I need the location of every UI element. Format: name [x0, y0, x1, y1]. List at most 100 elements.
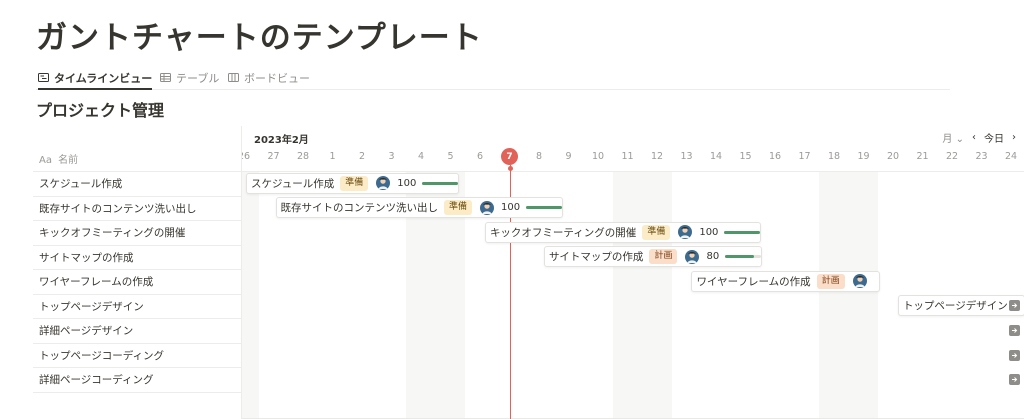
- name-header-label: 名前: [58, 155, 79, 166]
- tab-timeline[interactable]: タイムラインビュー: [38, 66, 153, 90]
- list-item[interactable]: トップページデザイン: [33, 295, 241, 319]
- timeline-bar[interactable]: スケジュール作成 準備 100: [246, 172, 460, 194]
- row-name: スケジュール作成: [39, 178, 123, 191]
- table-icon: [160, 73, 171, 82]
- list-item[interactable]: トップページコーディング: [33, 344, 241, 368]
- progress-value: 100: [699, 226, 719, 238]
- row-name: 詳細ページコーディング: [39, 374, 154, 387]
- progress-bar: [725, 255, 762, 258]
- day-label: 12: [650, 151, 664, 162]
- day-label: 13: [680, 151, 693, 162]
- timeline-bar[interactable]: 既存サイトのコンテンツ洗い出し 準備 100: [275, 197, 564, 218]
- day-label: 16: [768, 151, 782, 162]
- day-label: 2: [358, 151, 366, 162]
- view-tabs: タイムラインビュー テーブル ボードビュー: [36, 66, 950, 90]
- name-column-header[interactable]: Aa 名前: [39, 151, 78, 166]
- timeline-bar[interactable]: サイトマップの作成 計画 80: [543, 246, 763, 267]
- day-label: 19: [857, 151, 870, 162]
- arrow-right-icon[interactable]: [1008, 300, 1020, 311]
- view-scale-label: 月: [942, 134, 953, 145]
- timeline-bar[interactable]: トップページデザイン: [897, 295, 1024, 316]
- day-label: 15: [739, 151, 752, 162]
- day-label: 8: [535, 151, 543, 162]
- day-label: 4: [417, 151, 425, 162]
- progress-value: 80: [706, 251, 720, 262]
- arrow-right-icon[interactable]: [1009, 349, 1020, 361]
- list-item[interactable]: サイトマップの作成: [33, 246, 241, 270]
- row-name: サイトマップの作成: [39, 251, 134, 264]
- progress-bar: [422, 181, 459, 185]
- weekend-column: [848, 171, 879, 419]
- day-label: 3: [388, 151, 395, 162]
- page-title: ガントチャートのテンプレート: [36, 20, 483, 56]
- avatar: [852, 274, 867, 288]
- tab-table-label: テーブル: [176, 71, 220, 85]
- weekend-column: [642, 171, 672, 419]
- timeline-controls: 月 ⌄ ‹ 今日 ›: [934, 130, 1016, 145]
- chevron-down-icon: ⌄: [955, 134, 964, 145]
- progress-fill: [724, 230, 761, 234]
- tab-board-label: ボードビュー: [244, 71, 310, 85]
- progress-fill: [725, 255, 754, 258]
- day-label: 6: [476, 151, 484, 162]
- list-item[interactable]: スケジュール作成: [33, 172, 241, 197]
- row-name: ワイヤーフレームの作成: [39, 276, 154, 289]
- list-item[interactable]: キックオフミーティングの開催: [33, 221, 241, 246]
- day-label: 20: [886, 151, 900, 162]
- row-name: トップページコーディング: [39, 349, 165, 362]
- day-label: 11: [621, 151, 634, 162]
- row-name: トップページデザイン: [39, 300, 144, 313]
- day-label: 9: [565, 151, 572, 162]
- progress-fill: [422, 181, 459, 185]
- bar-title: トップページデザイン: [902, 300, 1008, 312]
- bar-title: スケジュール作成: [251, 177, 335, 190]
- status-badge: 準備: [444, 200, 473, 215]
- progress-bar: [724, 230, 761, 234]
- chevron-right-icon[interactable]: ›: [1012, 132, 1016, 143]
- text-property-icon: Aa: [39, 155, 52, 166]
- arrow-right-icon[interactable]: [1009, 374, 1020, 385]
- timeline-bar[interactable]: キックオフミーティングの開催 準備 100: [484, 221, 762, 243]
- header-divider: [242, 171, 1024, 172]
- list-item[interactable]: 詳細ページデザイン: [33, 319, 241, 344]
- status-badge: 準備: [340, 175, 369, 191]
- avatar: [678, 225, 693, 239]
- day-label: 17: [798, 151, 811, 162]
- progress-bar: [526, 206, 563, 209]
- day-label: 1: [329, 151, 336, 162]
- chevron-left-icon[interactable]: ‹: [972, 132, 976, 143]
- month-label: 2023年2月: [254, 135, 309, 146]
- tab-timeline-label: タイムラインビュー: [54, 71, 153, 85]
- weekend-column: [819, 171, 849, 419]
- progress-fill: [526, 206, 563, 209]
- day-label: 24: [1004, 151, 1018, 162]
- row-name: 詳細ページデザイン: [39, 325, 134, 338]
- day-label: 10: [591, 151, 605, 162]
- list-item[interactable]: 詳細ページコーディング: [33, 368, 241, 393]
- today-button[interactable]: 今日: [984, 130, 1004, 145]
- board-icon: [228, 73, 239, 82]
- row-list: スケジュール作成 既存サイトのコンテンツ洗い出し キックオフミーティングの開催 …: [33, 171, 241, 393]
- timeline-area[interactable]: 2023年2月 月 ⌄ ‹ 今日 › 262728123456789101112…: [241, 126, 1024, 419]
- day-label: 23: [975, 151, 988, 162]
- row-name: キックオフミーティングの開催: [39, 227, 186, 240]
- progress-value: 100: [397, 177, 417, 189]
- view-scale-select[interactable]: 月 ⌄: [942, 130, 964, 145]
- status-badge: 計画: [649, 249, 678, 264]
- day-label: 21: [916, 151, 929, 162]
- bar-title: キックオフミーティングの開催: [489, 226, 637, 239]
- bar-title: ワイヤーフレームの作成: [696, 275, 811, 288]
- tab-table[interactable]: テーブル: [160, 66, 219, 89]
- day-label: 27: [267, 151, 280, 162]
- bar-title: 既存サイトのコンテンツ洗い出し: [280, 202, 439, 214]
- list-item[interactable]: ワイヤーフレームの作成: [33, 270, 241, 295]
- arrow-right-icon[interactable]: [1009, 325, 1020, 336]
- day-label: 5: [447, 151, 454, 162]
- tab-board[interactable]: ボードビュー: [228, 66, 310, 89]
- day-label: 22: [945, 151, 959, 162]
- today-marker: 7: [501, 148, 518, 165]
- timeline-bar[interactable]: ワイヤーフレームの作成 計画: [691, 270, 881, 292]
- row-name: 既存サイトのコンテンツ洗い出し: [39, 202, 197, 215]
- list-item[interactable]: 既存サイトのコンテンツ洗い出し: [33, 197, 241, 221]
- timeline-icon: [38, 73, 49, 82]
